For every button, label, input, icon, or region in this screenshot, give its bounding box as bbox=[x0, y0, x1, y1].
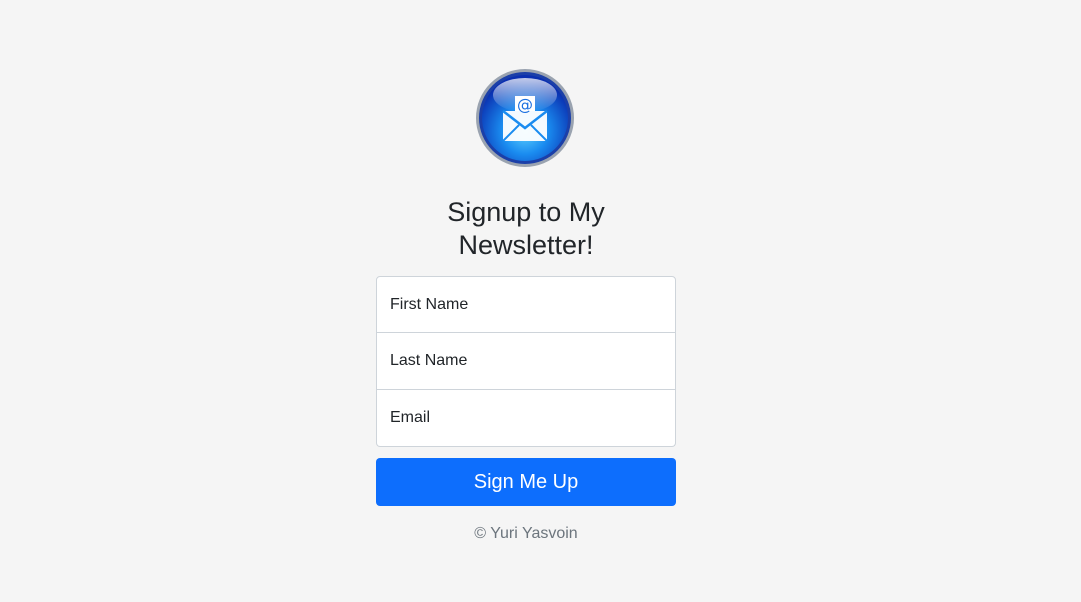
page-title-line-2: Newsletter! bbox=[458, 230, 594, 260]
signup-page: @ Signup to My Newsletter! Sign Me Up © … bbox=[0, 0, 1081, 602]
at-sign-glyph: @ bbox=[517, 95, 533, 114]
last-name-input[interactable] bbox=[376, 333, 676, 390]
sign-me-up-button[interactable]: Sign Me Up bbox=[376, 458, 676, 506]
first-name-input[interactable] bbox=[376, 276, 676, 333]
signup-form: Sign Me Up bbox=[376, 276, 676, 506]
newsletter-envelope-icon: @ bbox=[476, 69, 574, 167]
copyright-footer: © Yuri Yasvoin bbox=[474, 525, 578, 542]
email-input[interactable] bbox=[376, 390, 676, 447]
page-title-line-1: Signup to My bbox=[447, 197, 605, 227]
page-title: Signup to My Newsletter! bbox=[376, 196, 676, 262]
